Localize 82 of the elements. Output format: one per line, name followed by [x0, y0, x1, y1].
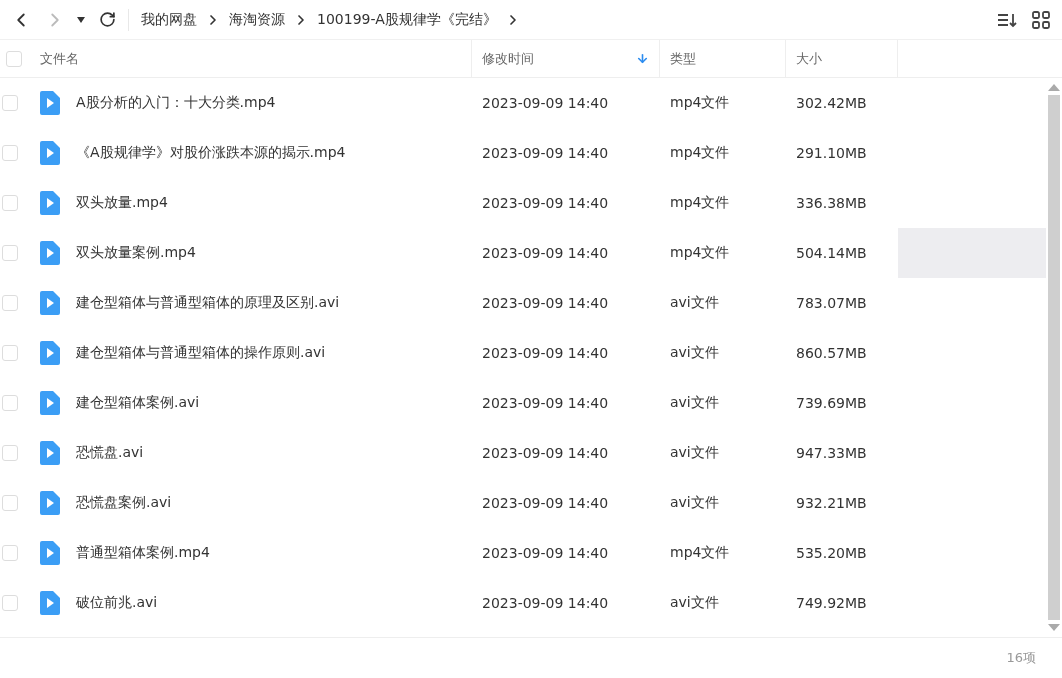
row-checkbox[interactable] [2, 295, 18, 311]
file-size: 302.42MB [796, 95, 867, 111]
row-checkbox[interactable] [2, 445, 18, 461]
file-name[interactable]: 恐慌盘.avi [76, 444, 144, 462]
row-checkbox[interactable] [2, 95, 18, 111]
scroll-down-icon[interactable] [1048, 624, 1060, 631]
video-file-icon [40, 441, 60, 465]
sort-list-icon [997, 11, 1017, 28]
file-size: 749.92MB [796, 595, 867, 611]
file-type: avi文件 [670, 494, 719, 512]
file-name[interactable]: 普通型箱体案例.mp4 [76, 544, 210, 562]
file-type: avi文件 [670, 294, 719, 312]
sort-down-icon [636, 52, 649, 65]
video-file-icon [40, 241, 60, 265]
video-file-icon [40, 191, 60, 215]
row-checkbox[interactable] [2, 595, 18, 611]
row-checkbox[interactable] [2, 545, 18, 561]
modified-time: 2023-09-09 14:40 [482, 245, 609, 261]
modified-time: 2023-09-09 14:40 [482, 395, 609, 411]
file-size: 291.10MB [796, 145, 867, 161]
row-checkbox[interactable] [2, 495, 18, 511]
file-name[interactable]: 建仓型箱体案例.avi [76, 394, 200, 412]
video-file-icon [40, 341, 60, 365]
breadcrumb-link[interactable]: 我的网盘 [141, 10, 197, 29]
file-type: mp4文件 [670, 244, 730, 262]
file-name[interactable]: 建仓型箱体与普通型箱体的操作原则.avi [76, 344, 326, 362]
modified-time: 2023-09-09 14:40 [482, 445, 609, 461]
modified-time: 2023-09-09 14:40 [482, 345, 609, 361]
modified-time: 2023-09-09 14:40 [482, 145, 609, 161]
file-type: avi文件 [670, 444, 719, 462]
refresh-icon [98, 11, 116, 28]
modified-time: 2023-09-09 14:40 [482, 95, 609, 111]
file-size: 932.21MB [796, 495, 867, 511]
video-file-icon [40, 541, 60, 565]
modified-time: 2023-09-09 14:40 [482, 295, 609, 311]
file-size: 739.69MB [796, 395, 867, 411]
file-size: 535.20MB [796, 545, 867, 561]
item-count: 16项 [1006, 649, 1036, 667]
file-type: avi文件 [670, 394, 719, 412]
column-header[interactable]: 大小 [786, 40, 898, 77]
file-type: avi文件 [670, 594, 719, 612]
modified-time: 2023-09-09 14:40 [482, 595, 609, 611]
scroll-up-icon[interactable] [1048, 84, 1060, 91]
file-size: 783.07MB [796, 295, 867, 311]
file-size: 947.33MB [796, 445, 867, 461]
file-size: 336.38MB [796, 195, 867, 211]
column-header[interactable]: 文件名 [30, 40, 472, 77]
file-type: avi文件 [670, 344, 719, 362]
grid-view-icon [1032, 10, 1050, 29]
video-file-icon [40, 591, 60, 615]
column-header[interactable]: 类型 [660, 40, 786, 77]
select-all-checkbox[interactable] [6, 50, 22, 67]
file-size: 860.57MB [796, 345, 867, 361]
file-type: mp4文件 [670, 194, 730, 212]
breadcrumb-link[interactable]: 100199-A股规律学《完结》 [317, 10, 497, 29]
modified-time: 2023-09-09 14:40 [482, 495, 609, 511]
video-file-icon [40, 141, 60, 165]
file-size: 504.14MB [796, 245, 867, 261]
video-file-icon [40, 391, 60, 415]
dropdown-caret-icon [77, 16, 85, 23]
video-file-icon [40, 291, 60, 315]
modified-time: 2023-09-09 14:40 [482, 545, 609, 561]
modified-time: 2023-09-09 14:40 [482, 195, 609, 211]
file-name[interactable]: 建仓型箱体与普通型箱体的原理及区别.avi [76, 294, 340, 312]
file-name[interactable]: 恐慌盘案例.avi [76, 494, 172, 512]
file-name[interactable]: 破位前兆.avi [76, 594, 158, 612]
file-type: mp4文件 [670, 544, 730, 562]
breadcrumb-link[interactable]: 海淘资源 [229, 10, 285, 29]
column-header[interactable]: 修改时间 [472, 40, 660, 77]
row-checkbox[interactable] [2, 395, 18, 411]
file-name[interactable]: 《A股规律学》对股价涨跌本源的揭示.mp4 [76, 144, 346, 162]
video-file-icon [40, 491, 60, 515]
file-name[interactable]: 双头放量.mp4 [76, 194, 168, 212]
file-name[interactable]: 双头放量案例.mp4 [76, 244, 196, 262]
file-type: mp4文件 [670, 94, 730, 112]
row-checkbox[interactable] [2, 145, 18, 161]
row-checkbox[interactable] [2, 195, 18, 211]
row-checkbox[interactable] [2, 245, 18, 261]
file-name[interactable]: A股分析的入门：十大分类.mp4 [76, 94, 276, 112]
row-checkbox[interactable] [2, 345, 18, 361]
video-file-icon [40, 91, 60, 115]
file-type: mp4文件 [670, 144, 730, 162]
